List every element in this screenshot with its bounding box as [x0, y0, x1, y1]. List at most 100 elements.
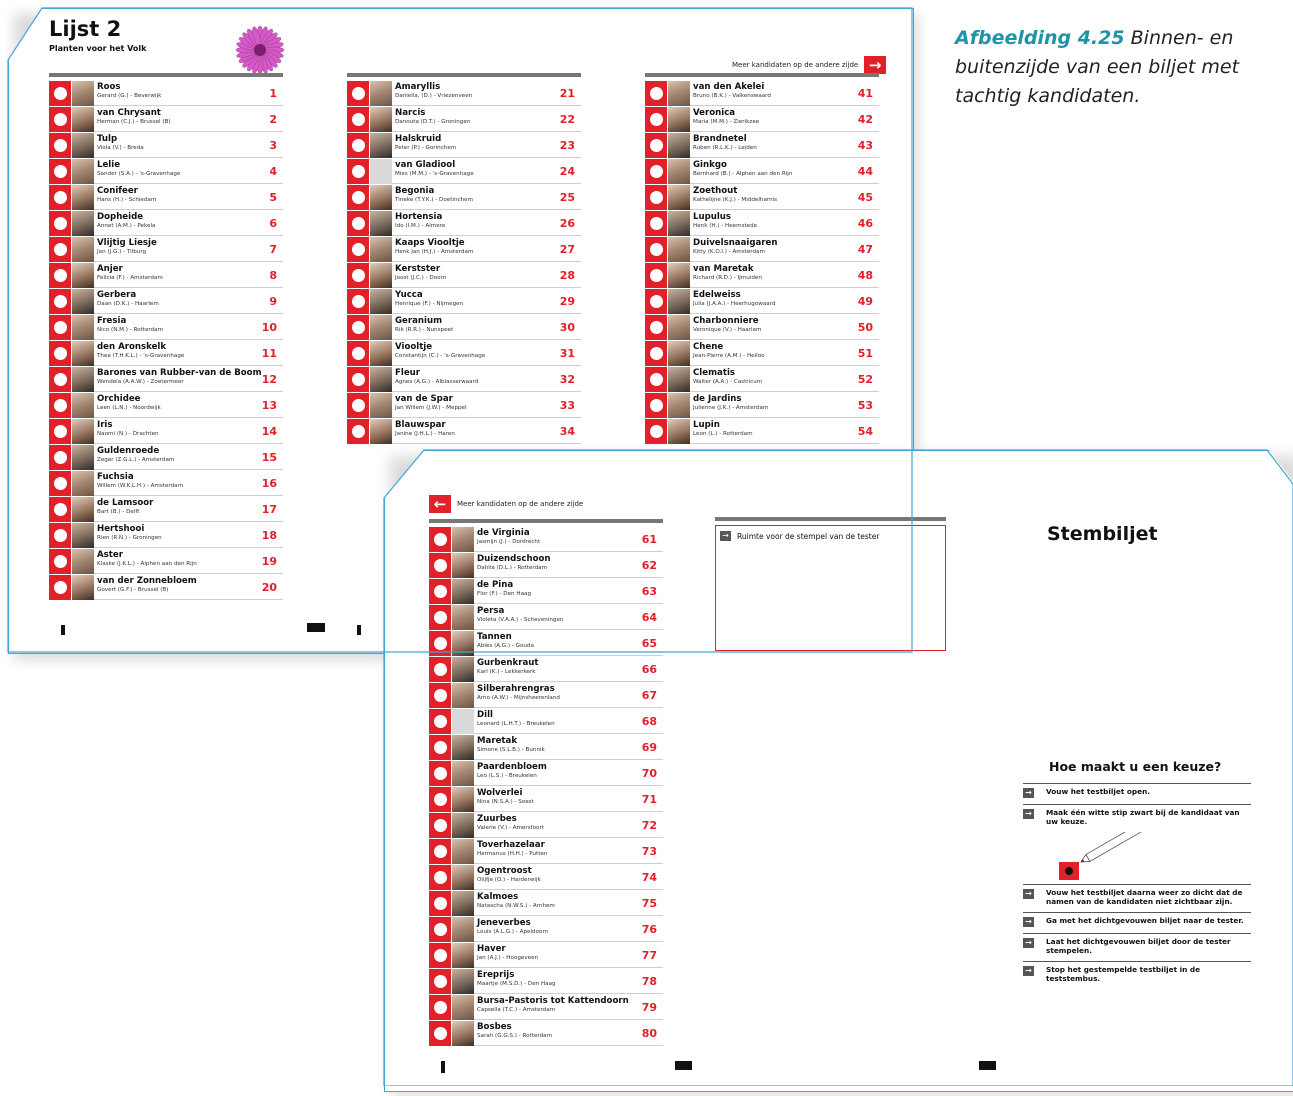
candidate-row[interactable]: van der Zonnebloem Govert (G.F.) - Brusse…	[49, 575, 283, 600]
vote-dot[interactable]	[351, 243, 365, 256]
vote-box[interactable]	[347, 237, 369, 262]
vote-box[interactable]	[429, 839, 451, 864]
vote-box[interactable]	[645, 237, 667, 262]
vote-dot[interactable]	[53, 477, 67, 490]
candidate-row[interactable]: Fresia Nico (N.M.) - Rotterdam 10	[49, 315, 283, 340]
vote-dot[interactable]	[649, 373, 663, 386]
candidate-row[interactable]: van Gladiool Mies (M.M.) - 's-Gravenhage 2…	[347, 159, 581, 184]
vote-dot[interactable]	[434, 559, 447, 572]
vote-dot[interactable]	[351, 399, 365, 412]
vote-dot[interactable]	[649, 347, 663, 360]
candidate-row[interactable]: Haver Jan (A.J.) - Hoogeveen 77	[429, 943, 663, 968]
vote-dot[interactable]	[434, 637, 447, 650]
vote-box[interactable]	[347, 159, 369, 184]
vote-box[interactable]	[645, 133, 667, 158]
vote-dot[interactable]	[351, 321, 365, 334]
vote-dot[interactable]	[53, 191, 67, 204]
vote-box[interactable]	[645, 159, 667, 184]
vote-dot[interactable]	[434, 949, 447, 962]
vote-box[interactable]	[49, 523, 71, 548]
vote-dot[interactable]	[351, 113, 365, 126]
vote-box[interactable]	[49, 185, 71, 210]
candidate-row[interactable]: Dill Leonard (L.H.T.) - Breukelen 68	[429, 709, 663, 734]
candidate-row[interactable]: Kaaps Viooltje Henk Jan (H.J.) - Amsterda…	[347, 237, 581, 262]
vote-box[interactable]	[645, 107, 667, 132]
vote-dot[interactable]	[53, 373, 67, 386]
vote-dot[interactable]	[53, 269, 67, 282]
vote-box[interactable]	[347, 393, 369, 418]
candidate-row[interactable]: Chene Jean-Pierre (A.M.) - Heiloo 51	[645, 341, 879, 366]
vote-dot[interactable]	[434, 533, 447, 546]
vote-box[interactable]	[347, 315, 369, 340]
candidate-row[interactable]: Toverhazelaar Hermanus (H.H.) - Putten 73	[429, 839, 663, 864]
vote-dot[interactable]	[351, 295, 365, 308]
candidate-row[interactable]: Dopheide Annet (A.M.) - Pekela 6	[49, 211, 283, 236]
candidate-row[interactable]: Kerstster Joost (J.C.) - Doorn 28	[347, 263, 581, 288]
candidate-row[interactable]: Tulp Viola (V.) - Breda 3	[49, 133, 283, 158]
vote-box[interactable]	[49, 341, 71, 366]
candidate-row[interactable]: Barones van Rubber-van de Boom Wendela (A…	[49, 367, 283, 392]
vote-dot[interactable]	[434, 1027, 447, 1040]
vote-dot[interactable]	[434, 715, 447, 728]
vote-box[interactable]	[429, 813, 451, 838]
candidate-row[interactable]: Ogentroost Olijfje (O.) - Harderwijk 74	[429, 865, 663, 890]
vote-dot[interactable]	[434, 611, 447, 624]
vote-box[interactable]	[429, 631, 451, 656]
vote-dot[interactable]	[649, 191, 663, 204]
candidate-row[interactable]: Gerbera Daan (D.K.) - Haarlem 9	[49, 289, 283, 314]
candidate-row[interactable]: van Maretak Richard (R.D.) - IJmuiden 48	[645, 263, 879, 288]
vote-box[interactable]	[429, 579, 451, 604]
candidate-row[interactable]: Bosbes Sarah (G.G.S.) - Rotterdam 80	[429, 1021, 663, 1046]
candidate-row[interactable]: Persa Violeta (V.A.A.) - Scheveningen 64	[429, 605, 663, 630]
candidate-row[interactable]: de Jardins Julienne (J.K.) - Amsterdam 53	[645, 393, 879, 418]
candidate-row[interactable]: de Virginia Jasmijn (J.) - Dordrecht 61	[429, 527, 663, 552]
vote-box[interactable]	[49, 133, 71, 158]
candidate-row[interactable]: Anjer Felicia (F.) - Amsterdam 8	[49, 263, 283, 288]
vote-box[interactable]	[49, 263, 71, 288]
vote-dot[interactable]	[53, 217, 67, 230]
vote-box[interactable]	[49, 159, 71, 184]
vote-dot[interactable]	[53, 503, 67, 516]
candidate-row[interactable]: Gurbenkraut Karl (K.) - Lekkerkerk 66	[429, 657, 663, 682]
vote-box[interactable]	[347, 107, 369, 132]
vote-dot[interactable]	[649, 243, 663, 256]
vote-box[interactable]	[49, 367, 71, 392]
candidate-row[interactable]: Paardenbloem Leo (L.S.) - Breukelen 70	[429, 761, 663, 786]
vote-box[interactable]	[347, 367, 369, 392]
vote-box[interactable]	[645, 211, 667, 236]
vote-box[interactable]	[49, 81, 71, 106]
vote-box[interactable]	[645, 419, 667, 444]
vote-dot[interactable]	[434, 1001, 447, 1014]
vote-box[interactable]	[49, 419, 71, 444]
candidate-row[interactable]: Edelweiss Julia (J.A.A.) - Heerhugowaard 4…	[645, 289, 879, 314]
candidate-row[interactable]: Hertshooi Rien (R.N.) - Groningen 18	[49, 523, 283, 548]
candidate-row[interactable]: Yucca Henrique (F.) - Nijmegen 29	[347, 289, 581, 314]
vote-box[interactable]	[429, 527, 451, 552]
vote-box[interactable]	[429, 735, 451, 760]
candidate-row[interactable]: Ginkgo Bernhard (B.) - Alphen aan den Rij…	[645, 159, 879, 184]
candidate-row[interactable]: van de Spar Jan Willem (J.W.) - Meppel 33	[347, 393, 581, 418]
vote-dot[interactable]	[351, 191, 365, 204]
candidate-row[interactable]: Fleur Agnes (A.G.) - Alblasserwaard 32	[347, 367, 581, 392]
vote-box[interactable]	[49, 289, 71, 314]
vote-box[interactable]	[645, 341, 667, 366]
vote-dot[interactable]	[434, 923, 447, 936]
candidate-row[interactable]: Blauwspar Janine (J.H.L.) - Haren 34	[347, 419, 581, 444]
vote-dot[interactable]	[351, 425, 365, 438]
vote-dot[interactable]	[351, 217, 365, 230]
candidate-row[interactable]: Begonia Tineke (T.Y.K.) - Doetinchem 25	[347, 185, 581, 210]
vote-box[interactable]	[49, 445, 71, 470]
vote-box[interactable]	[429, 761, 451, 786]
candidate-row[interactable]: Lelie Sander (S.A.) - 's-Gravenhage 4	[49, 159, 283, 184]
vote-box[interactable]	[429, 709, 451, 734]
vote-box[interactable]	[347, 185, 369, 210]
candidate-row[interactable]: Iris Naomi (N.) - Drachten 14	[49, 419, 283, 444]
candidate-row[interactable]: Orchidee Leen (L.N.) - Noordwijk 13	[49, 393, 283, 418]
vote-box[interactable]	[645, 393, 667, 418]
vote-dot[interactable]	[649, 425, 663, 438]
vote-dot[interactable]	[53, 451, 67, 464]
candidate-row[interactable]: van den Akelei Bruno (B.K.) - Valkenswaar…	[645, 81, 879, 106]
vote-box[interactable]	[645, 263, 667, 288]
vote-box[interactable]	[49, 471, 71, 496]
vote-dot[interactable]	[53, 347, 67, 360]
